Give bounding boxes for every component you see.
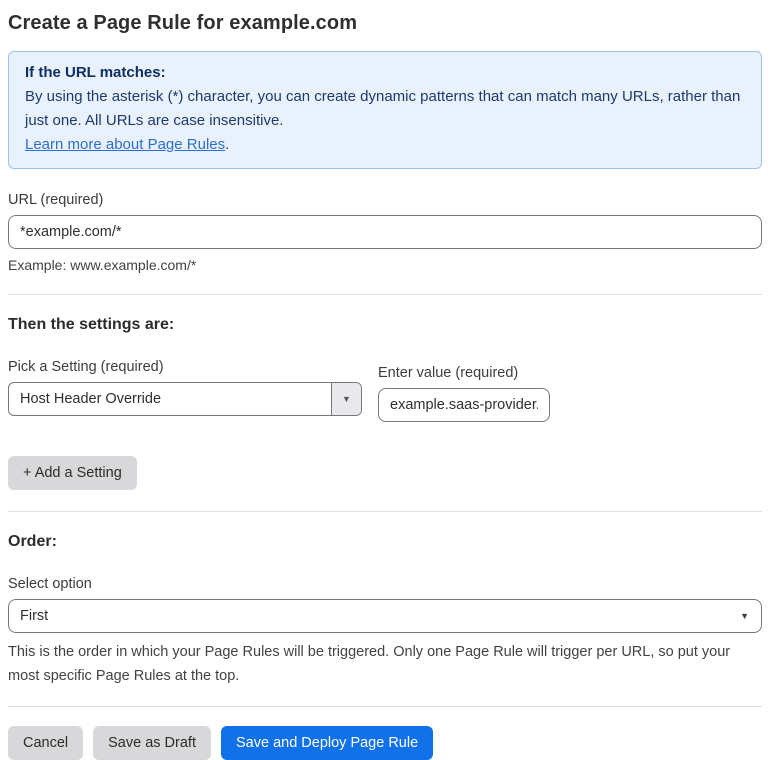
- pick-setting-selected-value: Host Header Override: [20, 391, 162, 407]
- enter-value-column: Enter value (required): [378, 365, 550, 422]
- order-select[interactable]: First ▼: [8, 599, 762, 633]
- learn-more-page-rules-link[interactable]: Learn more about Page Rules: [25, 136, 225, 153]
- divider: [8, 294, 762, 295]
- info-box-heading: If the URL matches:: [25, 64, 166, 81]
- order-select-label: Select option: [8, 576, 92, 592]
- chevron-down-icon: ▼: [740, 611, 749, 621]
- cancel-button[interactable]: Cancel: [8, 726, 84, 760]
- info-box-body: By using the asterisk (*) character, you…: [25, 85, 745, 133]
- divider: [8, 706, 762, 707]
- url-input[interactable]: [8, 215, 762, 249]
- pick-setting-arrow-button[interactable]: ▼: [331, 383, 361, 415]
- create-page-rule-form: Create a Page Rule for example.com If th…: [0, 0, 772, 760]
- chevron-down-icon: ▼: [342, 394, 351, 404]
- setting-row: Pick a Setting (required) Host Header Ov…: [8, 359, 762, 422]
- info-box-body-text: By using the asterisk (*) character, you…: [25, 88, 741, 129]
- page-title: Create a Page Rule for example.com: [8, 12, 358, 34]
- save-and-deploy-button[interactable]: Save and Deploy Page Rule: [220, 726, 434, 760]
- settings-section-heading: Then the settings are:: [8, 316, 175, 333]
- url-helper-text: Example: www.example.com/*: [8, 257, 197, 273]
- save-as-draft-button[interactable]: Save as Draft: [93, 726, 211, 760]
- order-description: This is the order in which your Page Rul…: [8, 644, 731, 684]
- url-matches-info-box: If the URL matches: By using the asteris…: [8, 51, 762, 169]
- enter-value-label: Enter value (required): [378, 365, 519, 381]
- info-box-link-row: Learn more about Page Rules.: [25, 133, 745, 157]
- footer-button-row: Cancel Save as Draft Save and Deploy Pag…: [8, 726, 762, 760]
- setting-value-input[interactable]: [378, 388, 550, 422]
- pick-setting-column: Pick a Setting (required) Host Header Ov…: [8, 359, 362, 416]
- pick-setting-label: Pick a Setting (required): [8, 359, 164, 375]
- pick-setting-select[interactable]: Host Header Override ▼: [8, 382, 362, 416]
- divider: [8, 511, 762, 512]
- order-section-heading: Order:: [8, 533, 57, 550]
- order-selected-value: First: [20, 608, 49, 624]
- url-field-label: URL (required): [8, 192, 104, 208]
- add-setting-button[interactable]: + Add a Setting: [8, 456, 137, 490]
- link-period: .: [225, 136, 230, 153]
